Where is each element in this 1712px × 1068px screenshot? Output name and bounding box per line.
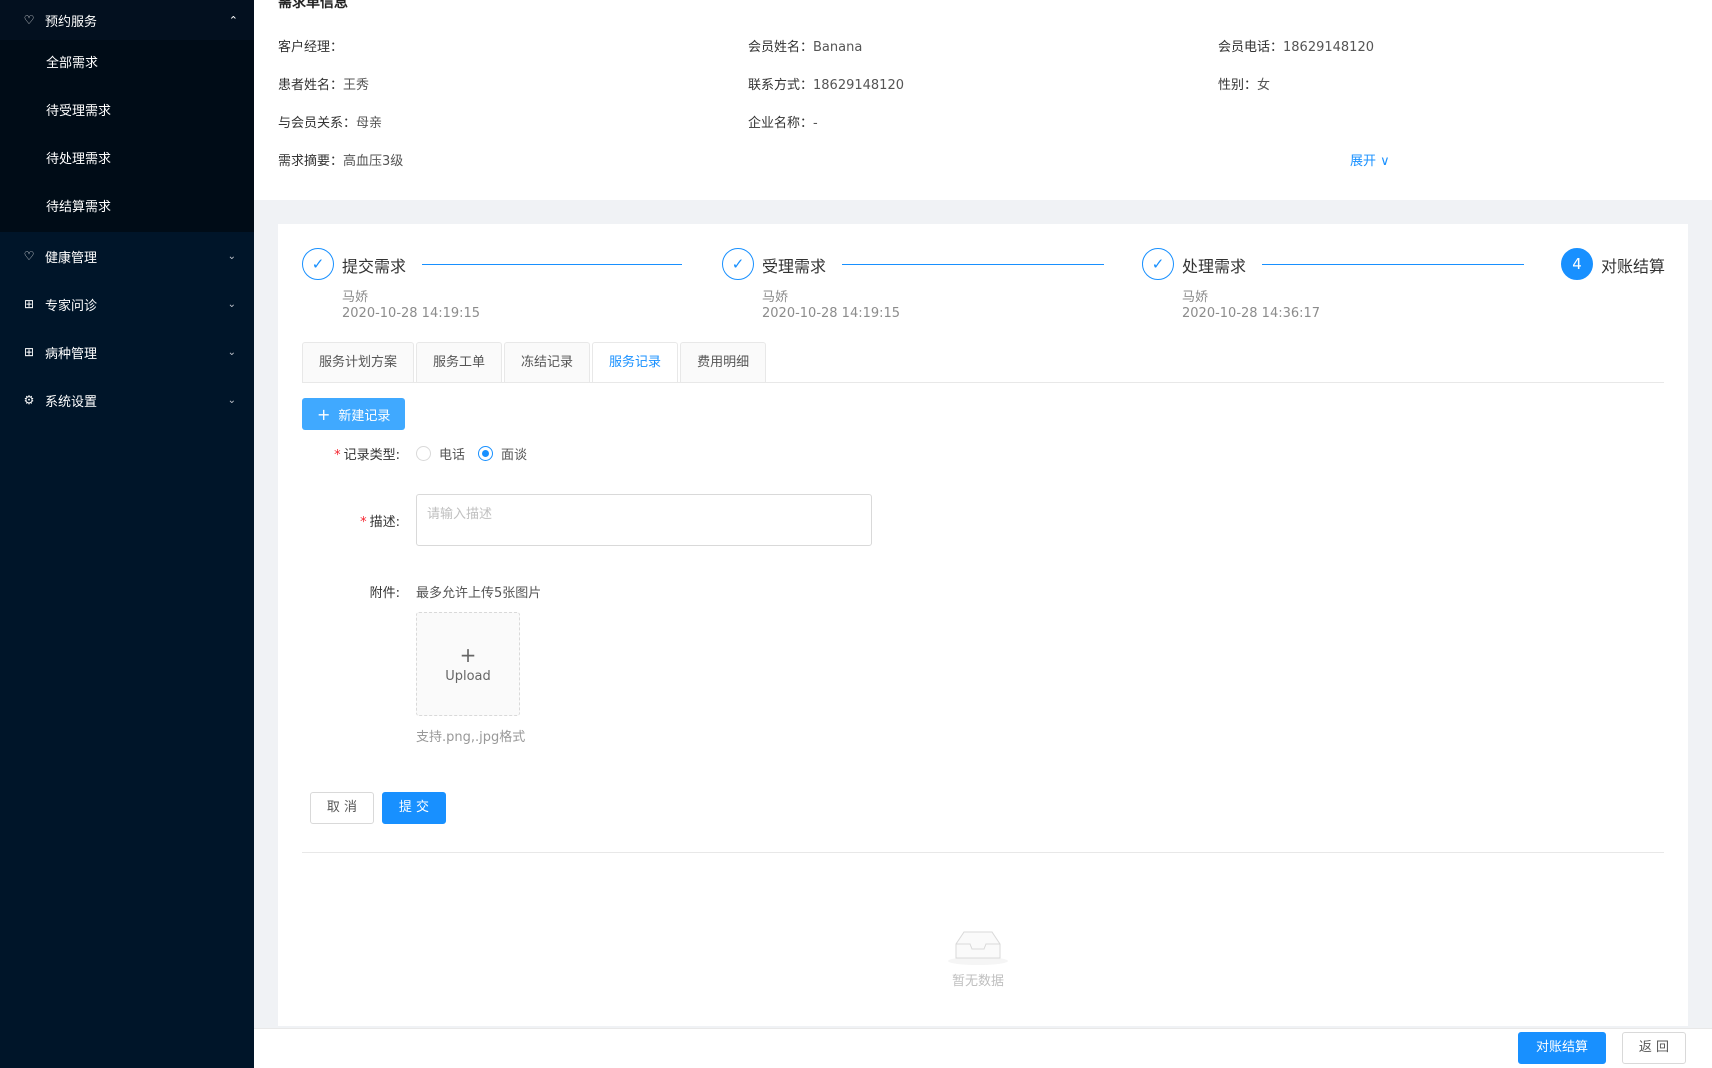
menu-item-health[interactable]: ♡ 健康管理 ⌄ — [0, 232, 254, 280]
attachment-note: 最多允许上传5张图片 — [416, 586, 542, 601]
tab-divider — [302, 382, 1664, 383]
info-title: 需求单信息 — [278, 0, 348, 11]
step-time: 2020-10-28 14:19:15 — [762, 306, 901, 321]
check-icon: ✓ — [1142, 248, 1174, 280]
plus-icon: + — [317, 404, 331, 424]
sub-item-pending-accept[interactable]: 待受理需求 — [0, 88, 254, 136]
menu-item-label: 专家问诊 — [45, 298, 98, 314]
step-time: 2020-10-28 14:19:15 — [342, 306, 481, 321]
medical-icon: ⊞ — [23, 297, 35, 311]
menu-item-label: 病种管理 — [45, 346, 98, 362]
expand-link[interactable]: 展开 ∨ — [1350, 150, 1390, 169]
info-field-contact: 联系方式：18629148120 — [748, 78, 904, 93]
menu-item-consult[interactable]: ⊞ 专家问诊 ⌄ — [0, 280, 254, 328]
step-title: 对账结算 — [1601, 257, 1666, 276]
step-connector — [842, 264, 1104, 265]
tab-fee-detail[interactable]: 费用明细 — [680, 342, 767, 382]
sub-item-pending-process[interactable]: 待处理需求 — [0, 136, 254, 184]
required-mark: * — [334, 448, 341, 463]
step-title: 提交需求 — [342, 257, 407, 276]
step-connector — [1262, 264, 1524, 265]
chevron-down-icon: ⌄ — [227, 250, 236, 262]
sub-item-pending-settle[interactable]: 待结算需求 — [0, 184, 254, 232]
upload-button[interactable]: + Upload — [416, 612, 520, 716]
menu-group-label: 预约服务 — [45, 14, 98, 30]
tab-bar: 服务计划方案 服务工单 冻结记录 服务记录 费用明细 — [302, 342, 768, 383]
radio-phone[interactable]: 电话 — [416, 444, 465, 463]
empty-state: 暂无数据 — [940, 924, 1016, 989]
info-field-company: 企业名称：- — [748, 116, 818, 131]
cancel-button[interactable]: 取 消 — [310, 792, 374, 824]
check-icon: ✓ — [722, 248, 754, 280]
step-user: 马娇 — [1182, 290, 1209, 305]
radio-circle — [416, 446, 431, 461]
radio-interview[interactable]: 面谈 — [478, 444, 527, 463]
info-field-member-name: 会员姓名：Banana — [748, 40, 863, 55]
plus-icon: + — [459, 642, 477, 667]
request-info-card: 需求单信息 客户经理： 会员姓名：Banana 会员电话：18629148120… — [254, 0, 1712, 200]
section-divider — [302, 852, 1664, 853]
sidebar: ♡ 预约服务 ⌃ 全部需求 待受理需求 待处理需求 待结算需求 ♡ 健康管理 ⌄… — [0, 0, 254, 1068]
step-title: 受理需求 — [762, 257, 827, 276]
settle-button[interactable]: 对账结算 — [1518, 1032, 1606, 1064]
gear-icon: ⚙ — [23, 393, 35, 407]
description-textarea[interactable]: 请输入描述 — [416, 494, 872, 546]
empty-text: 暂无数据 — [951, 974, 1004, 989]
radio-circle-checked — [478, 446, 493, 461]
record-type-label: * 记录类型: — [334, 448, 400, 463]
new-record-button[interactable]: + 新建记录 — [302, 398, 406, 430]
format-hint: 支持.png,.jpg格式 — [416, 730, 526, 745]
chevron-down-icon: ⌄ — [227, 298, 236, 310]
attachment-label: 附件: — [369, 586, 400, 601]
menu-group-appointment[interactable]: ♡ 预约服务 ⌃ — [0, 0, 254, 40]
menu-item-label: 系统设置 — [45, 394, 98, 410]
back-button[interactable]: 返 回 — [1622, 1032, 1686, 1064]
step-user: 马娇 — [762, 290, 789, 305]
footer-bar: 对账结算 返 回 — [254, 1028, 1712, 1068]
medical-icon: ⊞ — [23, 345, 35, 359]
heart-icon: ♡ — [23, 13, 35, 27]
info-field-patient-name: 患者姓名：王秀 — [278, 78, 370, 93]
step-connector — [422, 264, 682, 265]
info-field-relation: 与会员关系：母亲 — [278, 116, 383, 131]
sub-item-all[interactable]: 全部需求 — [0, 40, 254, 88]
required-mark: * — [360, 515, 367, 530]
step-number: 4 — [1561, 248, 1593, 280]
heart-icon: ♡ — [23, 249, 35, 263]
info-field-member-phone: 会员电话：18629148120 — [1218, 40, 1374, 55]
info-field-gender: 性别：女 — [1218, 78, 1271, 93]
chevron-down-icon: ∨ — [1376, 154, 1390, 169]
info-field-manager: 客户经理： — [278, 40, 344, 55]
chevron-down-icon: ⌄ — [227, 394, 236, 406]
tab-service-plan[interactable]: 服务计划方案 — [302, 342, 415, 382]
sub-menu: 全部需求 待受理需求 待处理需求 待结算需求 — [0, 40, 254, 232]
tab-freeze-record[interactable]: 冻结记录 — [504, 342, 591, 382]
check-icon: ✓ — [302, 248, 334, 280]
chevron-up-icon: ⌃ — [228, 13, 238, 27]
menu-item-settings[interactable]: ⚙ 系统设置 ⌄ — [0, 376, 254, 424]
chevron-down-icon: ⌄ — [227, 346, 236, 358]
menu-item-disease[interactable]: ⊞ 病种管理 ⌄ — [0, 328, 254, 376]
step-time: 2020-10-28 14:36:17 — [1182, 306, 1321, 321]
tab-work-order[interactable]: 服务工单 — [416, 342, 503, 382]
info-field-summary: 需求摘要：高血压3级 — [278, 154, 404, 169]
step-user: 马娇 — [342, 290, 369, 305]
content-card: ✓ 提交需求 马娇 2020-10-28 14:19:15 ✓ 受理需求 马娇 … — [278, 224, 1688, 1026]
step-title: 处理需求 — [1182, 257, 1247, 276]
empty-inbox-icon — [948, 931, 1008, 965]
description-label: * 描述: — [360, 515, 400, 530]
menu-item-label: 健康管理 — [45, 250, 98, 266]
submit-button[interactable]: 提 交 — [382, 792, 446, 824]
tab-service-record[interactable]: 服务记录 — [592, 342, 679, 383]
